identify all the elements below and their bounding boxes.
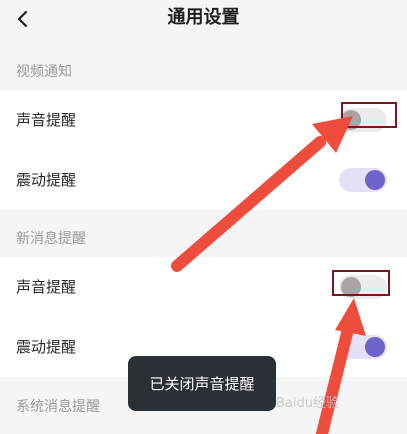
highlight-box bbox=[341, 102, 397, 128]
row-label: 声音提醒 bbox=[16, 278, 77, 296]
video-vibrate-toggle[interactable] bbox=[339, 168, 387, 192]
header-bar: 通用设置 bbox=[0, 0, 407, 44]
highlight-box bbox=[332, 270, 390, 296]
row-label: 震动提醒 bbox=[16, 338, 77, 356]
toast-message: 已关闭声音提醒 bbox=[128, 356, 276, 411]
row-video-vibrate: 震动提醒 bbox=[0, 150, 407, 210]
section-title-video: 视频通知 bbox=[16, 64, 72, 80]
row-label: 声音提醒 bbox=[16, 111, 77, 129]
page-title: 通用设置 bbox=[167, 7, 240, 28]
message-vibrate-toggle[interactable] bbox=[339, 335, 387, 359]
watermark: Baidu经验 bbox=[276, 396, 339, 411]
section-title-new-message: 新消息提醒 bbox=[16, 231, 86, 247]
toggle-knob bbox=[365, 337, 385, 357]
row-label: 震动提醒 bbox=[16, 171, 77, 189]
toggle-knob bbox=[365, 170, 385, 190]
section-title-system: 系统消息提醒 bbox=[16, 399, 100, 415]
